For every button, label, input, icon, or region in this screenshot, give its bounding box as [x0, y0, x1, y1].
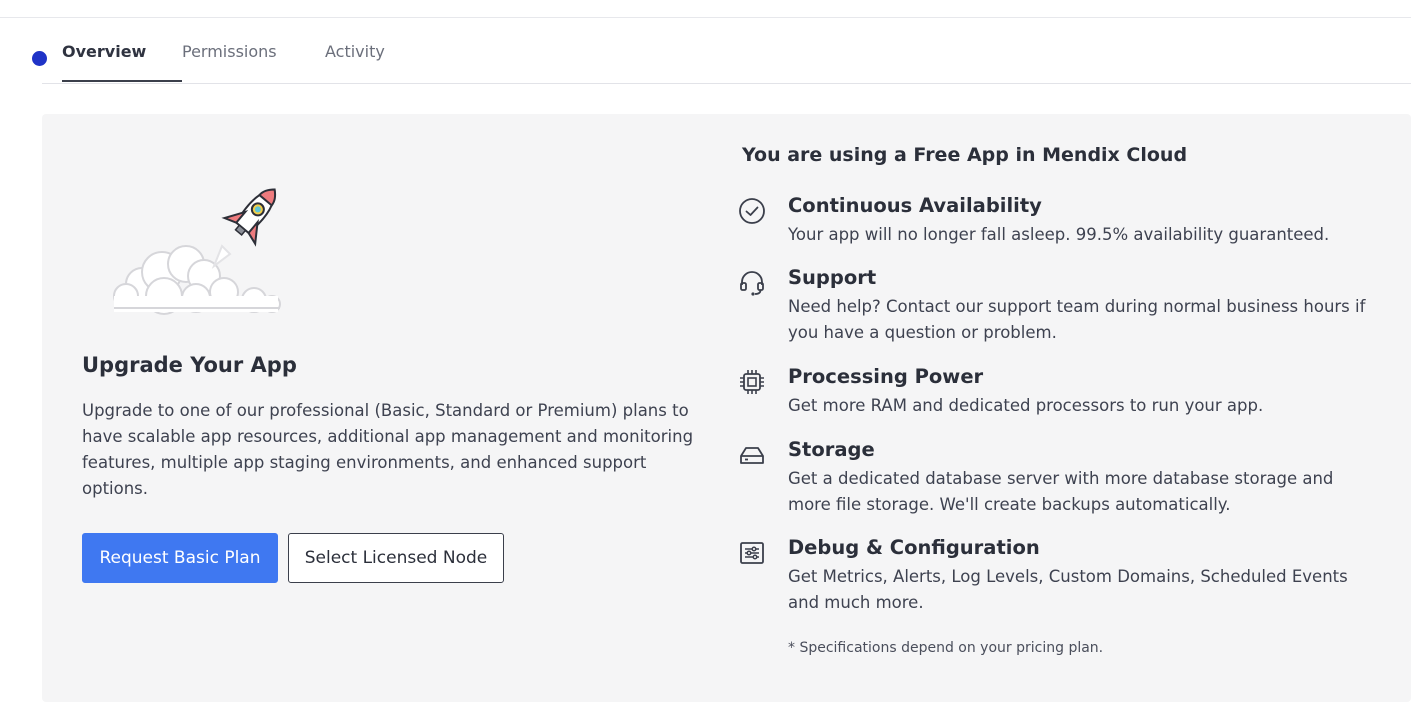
- select-licensed-node-button[interactable]: Select Licensed Node: [288, 533, 504, 583]
- tab-overview[interactable]: Overview: [62, 30, 182, 83]
- settings-sliders-icon: [740, 542, 764, 564]
- feature-description: Get more RAM and dedicated processors to…: [788, 396, 1264, 415]
- rocket-launch-illustration: [113, 188, 281, 315]
- tab-permissions-label: Permissions: [182, 42, 277, 61]
- upgrade-title: Upgrade Your App: [82, 353, 297, 377]
- tab-activity[interactable]: Activity: [325, 30, 385, 83]
- hard-drive-icon: [740, 447, 764, 464]
- feature-title: Continuous Availability: [788, 194, 1042, 217]
- feature-title: Processing Power: [788, 365, 984, 388]
- pricing-footnote: * Specifications depend on your pricing …: [788, 640, 1104, 656]
- feature-title: Debug & Configuration: [788, 536, 1040, 559]
- tab-activity-label: Activity: [325, 42, 385, 61]
- tab-overview-label: Overview: [62, 42, 147, 61]
- active-tab-underline: [62, 80, 182, 82]
- free-app-title: You are using a Free App in Mendix Cloud: [742, 144, 1188, 166]
- feature-description: Your app will no longer fall asleep. 99.…: [788, 225, 1330, 244]
- feature-title: Storage: [788, 438, 875, 461]
- upgrade-panel: Upgrade Your App Upgrade to one of our p…: [42, 114, 1411, 702]
- cpu-chip-icon: [740, 370, 764, 394]
- feature-description: Get Metrics, Alerts, Log Levels, Custom …: [788, 567, 1348, 612]
- tab-bar: Overview Permissions Activity: [42, 30, 1411, 84]
- feature-description: Get a dedicated database server with mor…: [788, 469, 1334, 514]
- top-divider: [0, 17, 1411, 18]
- headset-icon: [740, 271, 764, 296]
- tab-permissions[interactable]: Permissions: [182, 30, 277, 83]
- request-basic-plan-button[interactable]: Request Basic Plan: [82, 533, 278, 583]
- check-circle-icon: [739, 198, 765, 224]
- feature-title: Support: [788, 266, 877, 289]
- feature-description: Need help? Contact our support team duri…: [788, 297, 1366, 342]
- upgrade-description: Upgrade to one of our professional (Basi…: [82, 401, 694, 498]
